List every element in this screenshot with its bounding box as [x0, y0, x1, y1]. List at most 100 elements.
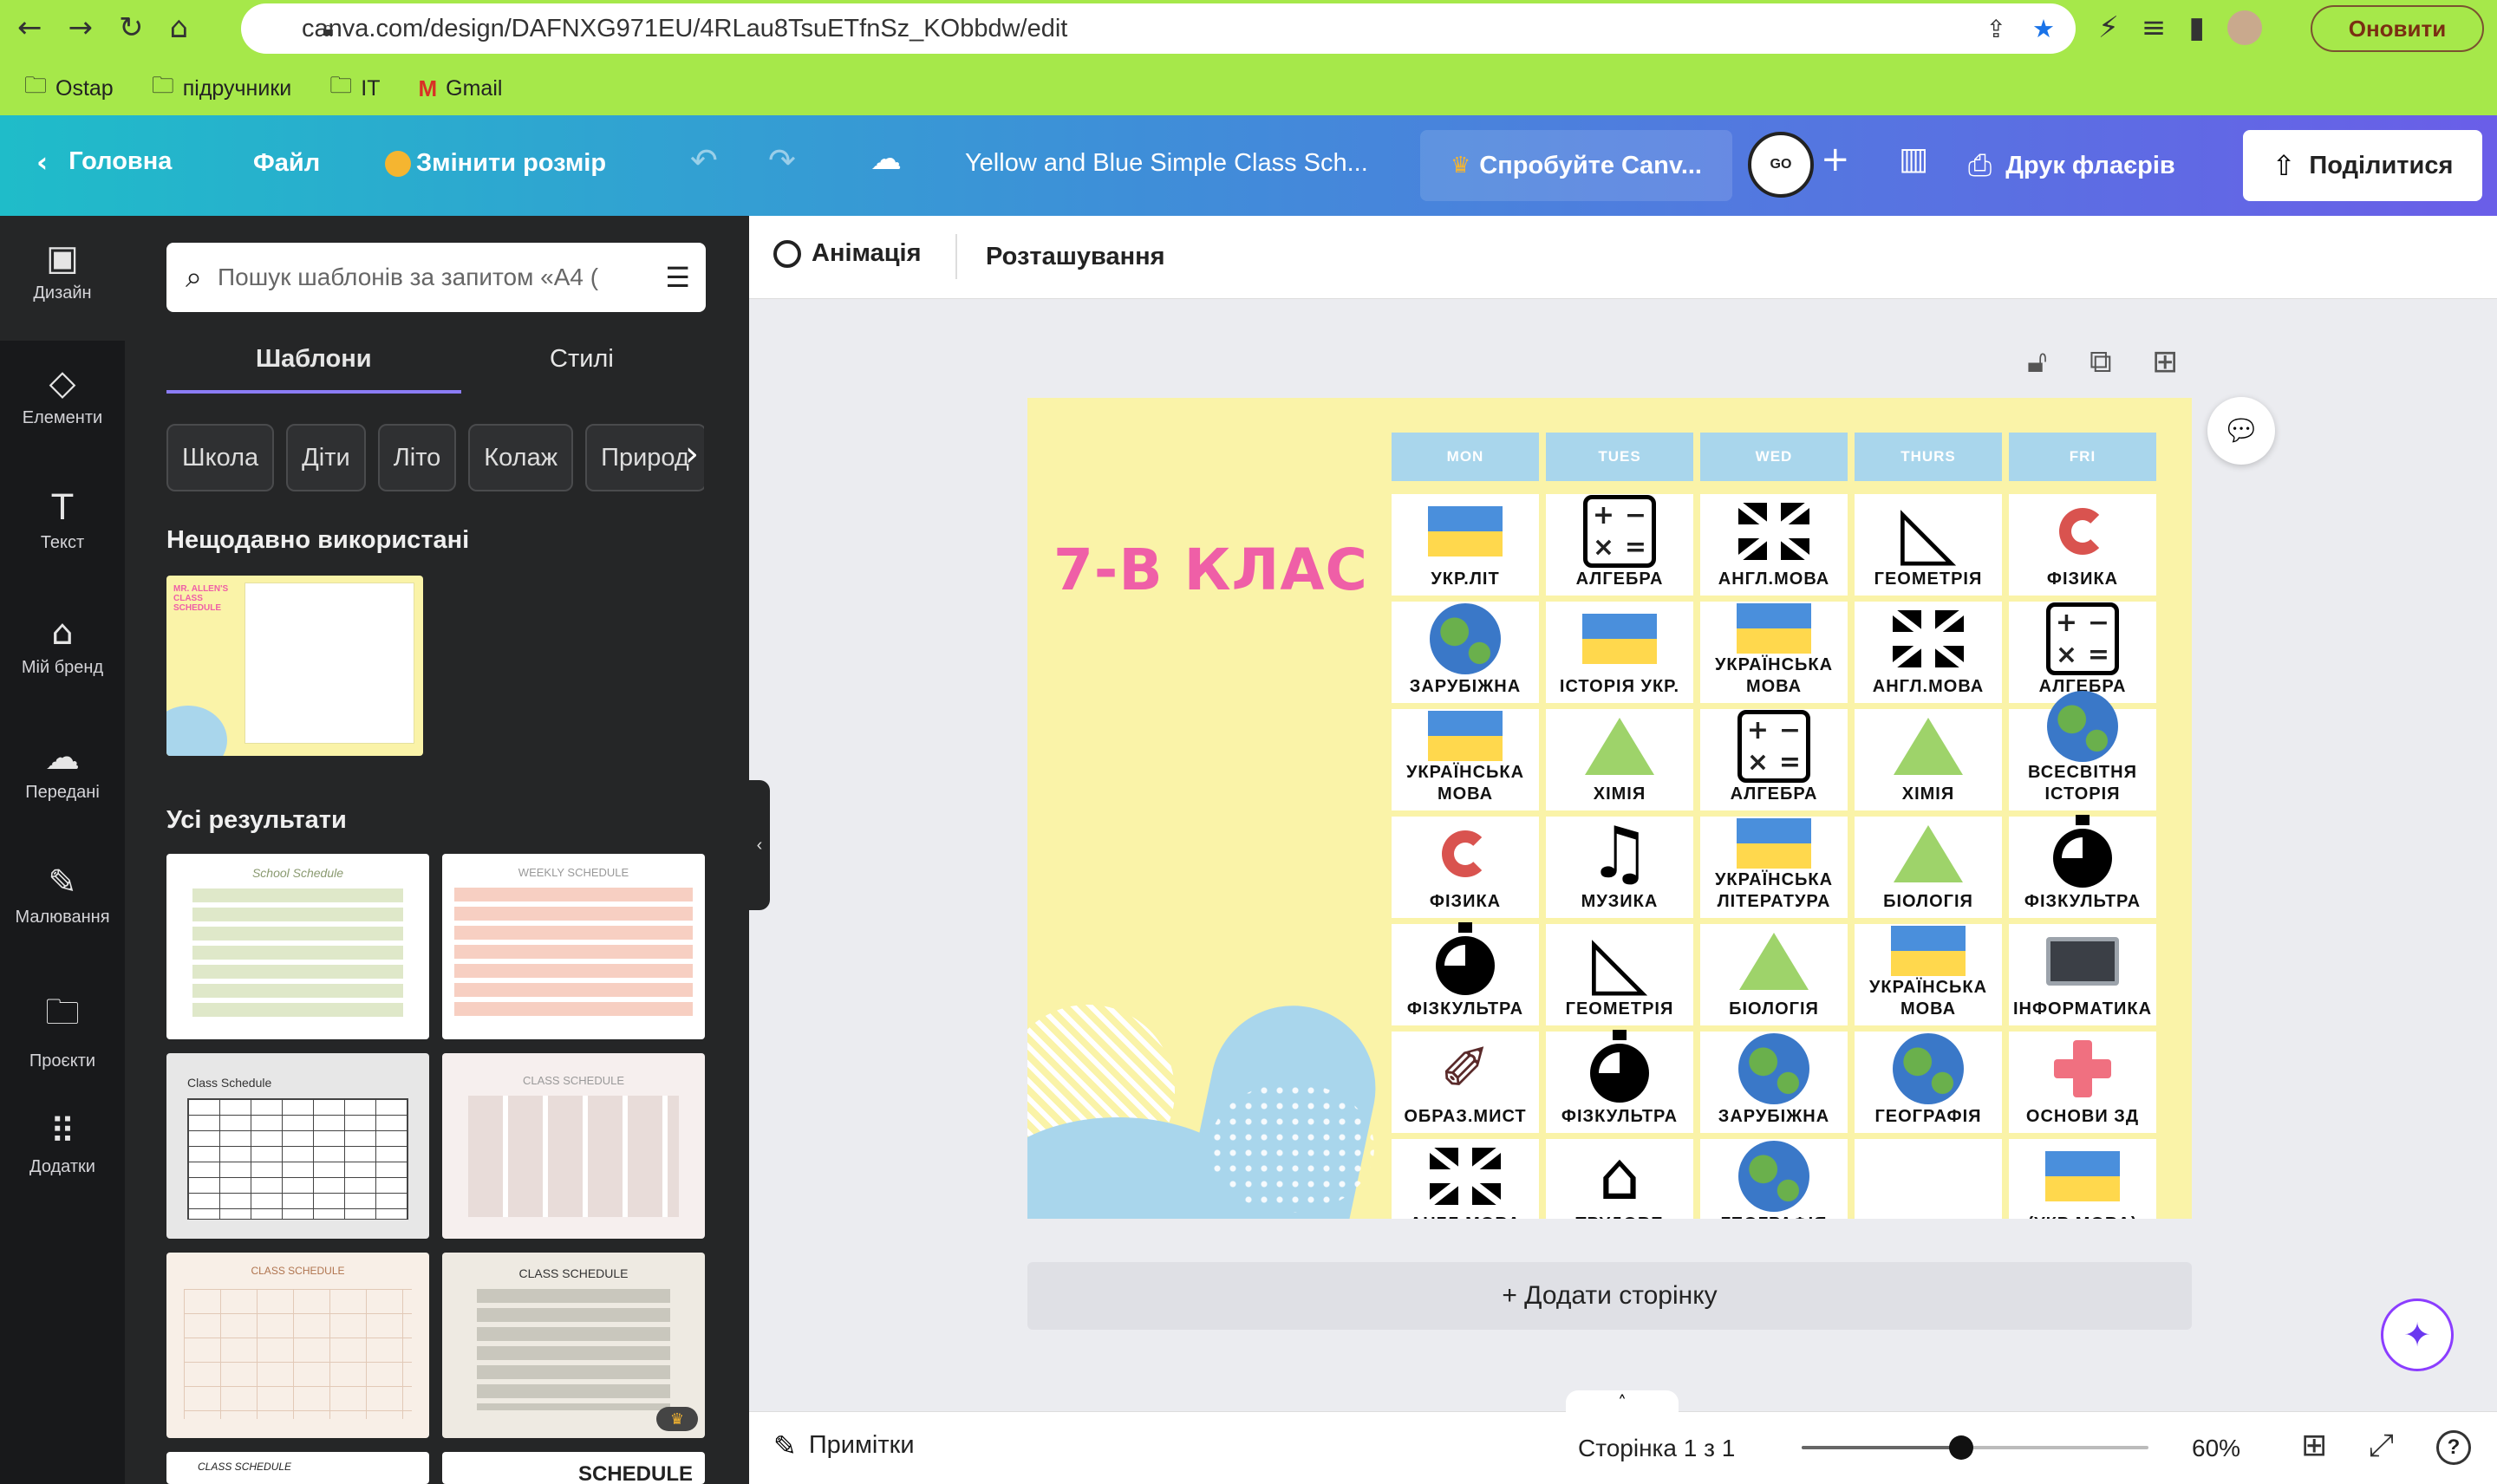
chevron-right-icon[interactable]: ›	[685, 437, 699, 472]
share-button[interactable]: ⇧ Поділитися	[2243, 130, 2482, 201]
schedule-cell[interactable]: БІОЛОГІЯ	[1700, 924, 1848, 1025]
media-icon[interactable]: ≡	[2142, 10, 2167, 45]
extension-icon[interactable]: ⚡	[2098, 10, 2119, 45]
template-thumb-7[interactable]: CLASS SCHEDULE	[166, 1452, 429, 1484]
back-icon[interactable]: ←	[17, 10, 42, 45]
schedule-cell[interactable]: ЗАРУБІЖНА	[1700, 1032, 1848, 1133]
cloud-saved-icon[interactable]: ☁	[870, 144, 902, 175]
schedule-title[interactable]: 7-В КЛАС	[1053, 537, 1368, 603]
schedule-cell[interactable]: ІНФОРМАТИКА	[2009, 924, 2156, 1025]
schedule-cell[interactable]: ФІЗИКА	[2009, 494, 2156, 596]
schedule-cell[interactable]	[1855, 1139, 2002, 1219]
schedule-cell[interactable]: ◺ ГЕОМЕТРІЯ	[1546, 924, 1693, 1025]
sidepanel-icon[interactable]: ▮	[2188, 10, 2205, 45]
search-input[interactable]: Пошук шаблонів за запитом «A4 (	[218, 264, 598, 291]
template-thumb-5[interactable]: CLASS SCHEDULE	[166, 1253, 429, 1438]
zoom-slider-track[interactable]	[1802, 1435, 2148, 1460]
schedule-cell[interactable]: ◺ ГЕОМЕТРІЯ	[1855, 494, 2002, 596]
forward-icon[interactable]: →	[68, 10, 94, 45]
profile-avatar[interactable]	[2227, 10, 2263, 45]
expand-pages-handle[interactable]: ˄	[1566, 1390, 1679, 1415]
day-header-fri[interactable]: FRI	[2009, 433, 2156, 481]
chip-collage[interactable]: Колаж	[468, 424, 574, 491]
schedule-cell[interactable]: ЗАРУБІЖНА	[1392, 602, 1539, 703]
day-header-wed[interactable]: WED	[1700, 433, 1848, 481]
schedule-cell[interactable]: + − × = АЛГЕБРА	[1700, 709, 1848, 810]
document-title[interactable]: Yellow and Blue Simple Class Sch...	[965, 149, 1368, 178]
day-header-mon[interactable]: MON	[1392, 433, 1539, 481]
home-icon[interactable]: ⌂	[170, 10, 189, 45]
schedule-cell[interactable]: УКР.ЛІТ	[1392, 494, 1539, 596]
day-header-thurs[interactable]: THURS	[1855, 433, 2002, 481]
schedule-cell[interactable]: БІОЛОГІЯ	[1855, 817, 2002, 918]
schedule-cell[interactable]: ФІЗИКА	[1392, 817, 1539, 918]
add-comment-button[interactable]: 💬︎	[2207, 397, 2275, 465]
schedule-cell[interactable]: АНГЛ.МОВА	[1392, 1139, 1539, 1219]
fullscreen-icon[interactable]: ⤢	[2369, 1430, 2394, 1461]
bookmark-gmail[interactable]: M Gmail	[418, 75, 502, 102]
home-button[interactable]: ‹ Головна	[36, 147, 172, 176]
rail-design[interactable]: ▣ Дизайн	[0, 238, 125, 363]
notes-button[interactable]: ✎ Примітки	[773, 1431, 915, 1460]
rail-elements[interactable]: ◇ Елементи	[0, 363, 125, 488]
tab-templates[interactable]: Шаблони	[256, 345, 372, 374]
schedule-cell[interactable]: АНГЛ.МОВА	[1700, 494, 1848, 596]
collapse-panel-handle[interactable]: ‹	[749, 780, 770, 910]
schedule-cell[interactable]: ХІМІЯ	[1546, 709, 1693, 810]
day-header-tues[interactable]: TUES	[1546, 433, 1693, 481]
magic-assistant-button[interactable]: ✦	[2381, 1298, 2454, 1371]
help-button[interactable]: ?	[2436, 1430, 2471, 1465]
grid-view-icon[interactable]: ⊞	[2301, 1430, 2327, 1461]
undo-icon[interactable]: ↶	[690, 144, 718, 177]
schedule-cell[interactable]: УКРАЇНСЬКА ЛІТЕРАТУРА	[1700, 817, 1848, 918]
chip-school[interactable]: Школа	[166, 424, 275, 491]
zoom-slider-thumb[interactable]	[1949, 1435, 1973, 1460]
schedule-cell[interactable]: ФІЗКУЛЬТРА	[1546, 1032, 1693, 1133]
schedule-cell[interactable]: ГЕОГРАФІЯ	[1700, 1139, 1848, 1219]
design-page[interactable]: 7-В КЛАС MON TUES WED THURS FRI УКР.ЛІТ + − × = АЛ…	[1027, 398, 2192, 1219]
update-button[interactable]: Оновити	[2311, 5, 2484, 52]
bookmark-ostap[interactable]: 🗀 Ostap	[24, 69, 114, 107]
schedule-cell[interactable]: УКРАЇНСЬКА МОВА	[1855, 924, 2002, 1025]
file-menu[interactable]: Файл	[253, 149, 320, 178]
schedule-cell[interactable]: (УКР МОВА)	[2009, 1139, 2156, 1219]
rail-text[interactable]: T Текст	[0, 488, 125, 613]
chip-kids[interactable]: Діти	[286, 424, 366, 491]
resize-button[interactable]: Змінити розмір	[385, 149, 606, 178]
zoom-level[interactable]: 60%	[2192, 1435, 2240, 1462]
reload-icon[interactable]: ↻	[119, 10, 144, 45]
schedule-cell[interactable]: ФІЗКУЛЬТРА	[1392, 924, 1539, 1025]
filter-icon[interactable]: ☰	[665, 264, 690, 291]
share-page-icon[interactable]: ⇪	[1986, 15, 2006, 43]
template-thumb-3[interactable]: Class Schedule	[166, 1053, 429, 1239]
schedule-cell[interactable]: + − × = АЛГЕБРА	[2009, 602, 2156, 703]
template-thumb-6[interactable]: CLASS SCHEDULE ♛	[442, 1253, 705, 1438]
recent-template-thumb[interactable]: MR. ALLEN'S CLASS SCHEDULE	[166, 576, 423, 756]
rail-uploads[interactable]: ☁ Передані	[0, 738, 125, 862]
page-indicator[interactable]: Сторінка 1 з 1	[1578, 1435, 1735, 1462]
schedule-cell[interactable]: ФІЗКУЛЬТРА	[2009, 817, 2156, 918]
schedule-cell[interactable]: ГЕОГРАФІЯ	[1855, 1032, 2002, 1133]
address-bar[interactable]: 🔒︎ canva.com/design/DAFNXG971EU/4RLau8Ts…	[241, 3, 2076, 54]
team-avatar[interactable]: GO	[1748, 132, 1814, 198]
template-thumb-1[interactable]: School Schedule	[166, 854, 429, 1039]
schedule-cell[interactable]: ВСЕСВІТНЯ ІСТОРІЯ	[2009, 691, 2156, 810]
template-thumb-4[interactable]: CLASS SCHEDULE	[442, 1053, 705, 1239]
duplicate-page-icon[interactable]: ⧉	[2090, 347, 2112, 378]
schedule-cell[interactable]: УКРАЇНСЬКА МОВА	[1392, 709, 1539, 810]
schedule-cell[interactable]: ✐ ОБРАЗ.МИСТ	[1392, 1032, 1539, 1133]
schedule-cell[interactable]: ОСНОВИ ЗД	[2009, 1032, 2156, 1133]
rail-projects[interactable]: 🗀 Проєкти	[0, 987, 125, 1112]
schedule-cell[interactable]: ⌂ТРУДОВЕ	[1546, 1139, 1693, 1219]
try-pro-button[interactable]: ♛ Спробуйте Canv...	[1420, 130, 1732, 201]
template-search[interactable]: ⌕ Пошук шаблонів за запитом «A4 ( ☰	[166, 243, 706, 312]
lock-icon[interactable]: 🔓︎	[2027, 347, 2047, 378]
schedule-cell[interactable]: ІСТОРІЯ УКР.	[1546, 602, 1693, 703]
rail-brand[interactable]: ⌂ Мій бренд	[0, 613, 125, 738]
insights-icon[interactable]: ▥	[1899, 144, 1928, 175]
bookmark-star-icon[interactable]: ★	[2032, 14, 2055, 43]
chip-summer[interactable]: Літо	[377, 424, 457, 491]
redo-icon[interactable]: ↷	[768, 144, 796, 177]
schedule-cell[interactable]: ХІМІЯ	[1855, 709, 2002, 810]
schedule-cell[interactable]: ♫ МУЗИКА	[1546, 817, 1693, 918]
